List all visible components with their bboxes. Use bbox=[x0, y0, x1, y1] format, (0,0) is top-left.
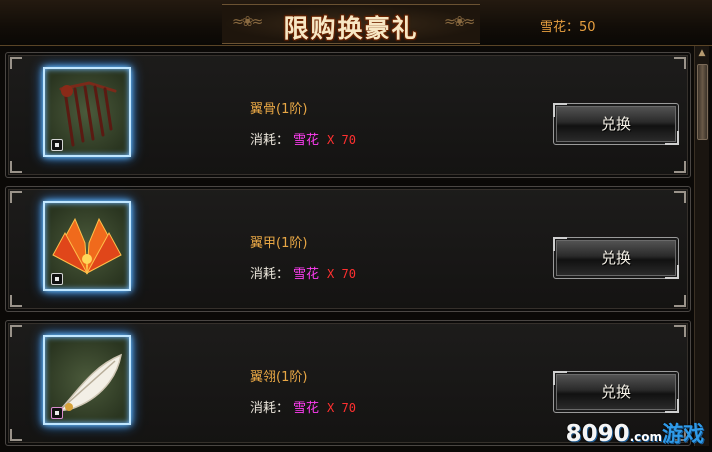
scroll-thumb[interactable] bbox=[697, 64, 708, 140]
exchange-button[interactable]: 兑换 bbox=[553, 103, 679, 145]
item-cost: 消耗： 雪花 X 70 bbox=[250, 267, 356, 282]
item-name: 翼甲(1阶) bbox=[250, 236, 308, 251]
ornament-right-icon: ≈❀≈ bbox=[444, 14, 475, 30]
item-cost: 消耗： 雪花 X 70 bbox=[250, 133, 356, 148]
item-slot[interactable] bbox=[43, 67, 131, 157]
exchange-button[interactable]: 兑换 bbox=[553, 237, 679, 279]
list-item: 翼甲(1阶) 消耗： 雪花 X 70 兑换 bbox=[5, 186, 691, 312]
site-watermark: 8090.com游戏 bbox=[565, 421, 704, 447]
item-slot[interactable] bbox=[43, 201, 131, 291]
item-name: 翼翎(1阶) bbox=[250, 370, 308, 385]
ornament-left-icon: ≈❀≈ bbox=[232, 14, 263, 30]
lock-icon bbox=[51, 407, 63, 419]
list-item: 翼骨(1阶) 消耗： 雪花 X 70 兑换 bbox=[5, 52, 691, 178]
page-title: 限购换豪礼 bbox=[283, 14, 419, 43]
scroll-up-icon[interactable]: ▲ bbox=[697, 48, 707, 58]
title-bar: ≈❀≈ ≈❀≈ 限购换豪礼 雪花：50 bbox=[0, 0, 712, 46]
lock-icon bbox=[51, 273, 63, 285]
item-slot[interactable] bbox=[43, 335, 131, 425]
item-name: 翼骨(1阶) bbox=[250, 102, 308, 117]
scrollbar[interactable]: ▲ bbox=[694, 46, 709, 446]
item-cost: 消耗： 雪花 X 70 bbox=[250, 401, 356, 416]
currency-balance: 雪花：50 bbox=[540, 20, 596, 35]
exchange-button[interactable]: 兑换 bbox=[553, 371, 679, 413]
lock-icon bbox=[51, 139, 63, 151]
